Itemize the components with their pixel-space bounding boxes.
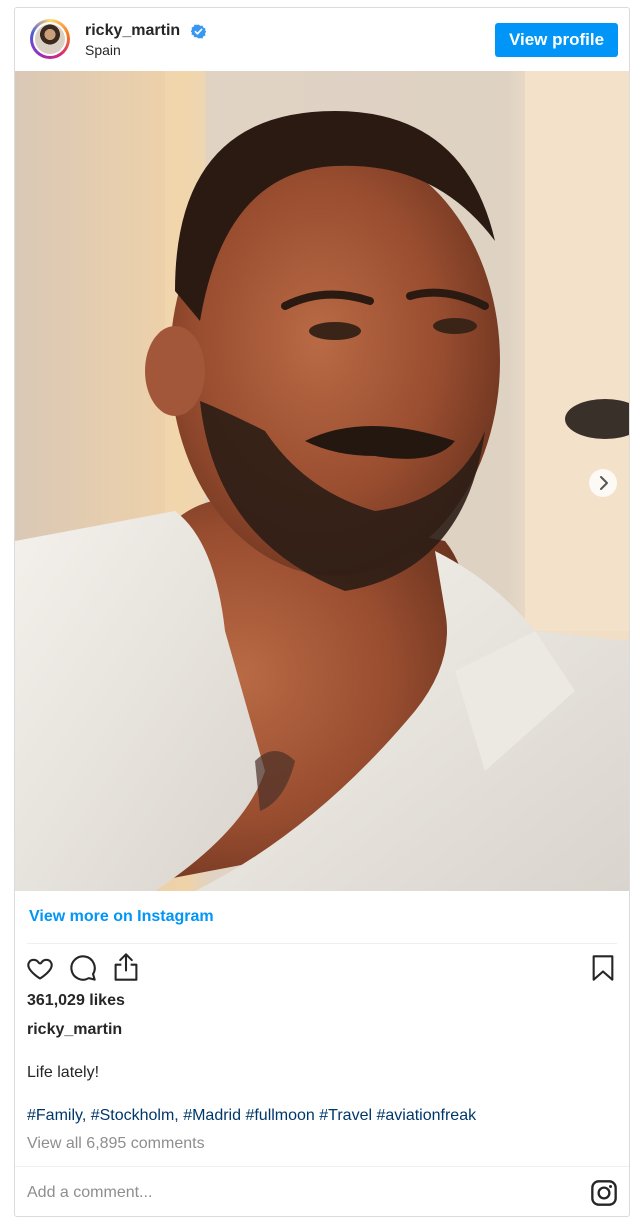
share-icon[interactable]: [112, 952, 140, 982]
chevron-right-icon: [600, 476, 608, 490]
bookmark-icon[interactable]: [591, 954, 615, 982]
post-photo-image: [15, 71, 629, 891]
view-all-comments-link[interactable]: View all 6,895 comments: [27, 1135, 205, 1153]
add-comment-input[interactable]: [27, 1180, 567, 1206]
verified-badge-icon: [191, 24, 206, 39]
post-header: ricky_martin Spain View profile: [15, 8, 629, 71]
header-username[interactable]: ricky_martin: [85, 22, 180, 40]
avatar-photo: [35, 24, 65, 54]
next-photo-button[interactable]: [589, 469, 617, 497]
hashtags[interactable]: #Family, #Stockholm, #Madrid #fullmoon #…: [27, 1107, 476, 1125]
heart-icon[interactable]: [26, 954, 54, 982]
header-location[interactable]: Spain: [85, 42, 121, 58]
view-more-link[interactable]: View more on Instagram: [29, 908, 214, 926]
instagram-logo-icon[interactable]: [590, 1179, 618, 1207]
caption-username[interactable]: ricky_martin: [27, 1021, 122, 1039]
post-photo[interactable]: [15, 71, 629, 891]
caption-text: Life lately!: [27, 1064, 100, 1081]
likes-count[interactable]: 361,029 likes: [27, 992, 125, 1010]
view-profile-button[interactable]: View profile: [495, 23, 618, 57]
divider: [27, 943, 617, 944]
avatar[interactable]: [30, 19, 70, 59]
divider: [15, 1166, 629, 1167]
comment-bubble-icon[interactable]: [69, 954, 97, 982]
instagram-embed-card: ricky_martin Spain View profile View mor…: [14, 7, 630, 1217]
